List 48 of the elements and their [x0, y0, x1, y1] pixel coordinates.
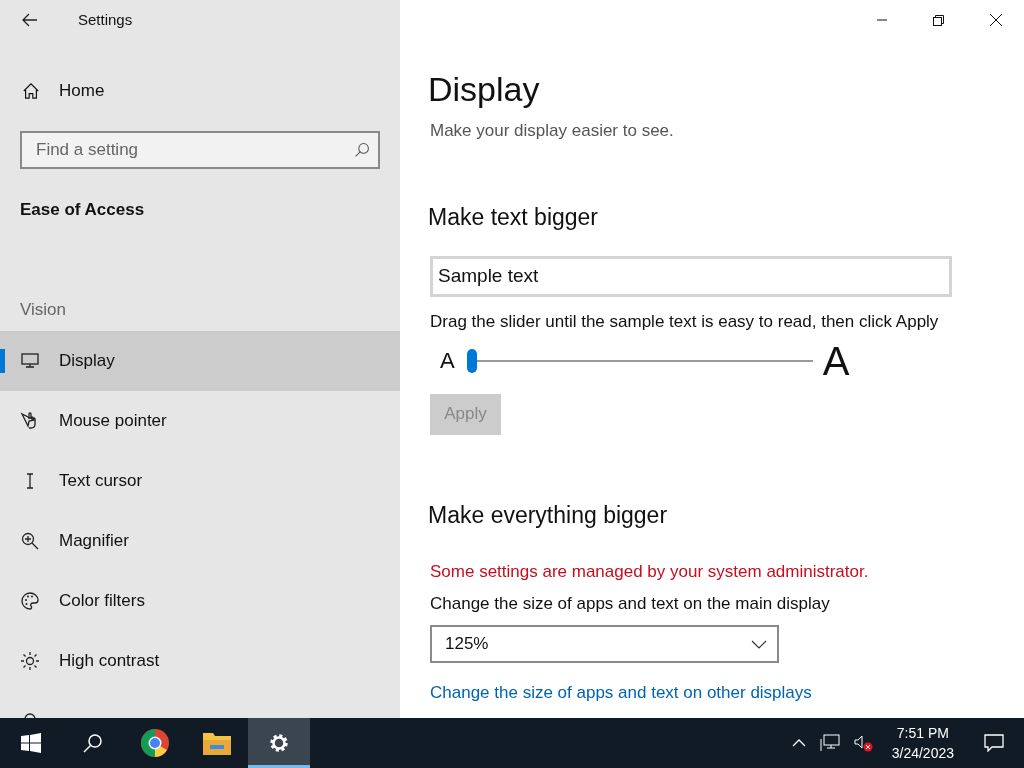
- slider-hint: Drag the slider until the sample text is easy to read, then click Apply: [430, 311, 940, 333]
- other-displays-link[interactable]: Change the size of apps and text on other displays: [430, 680, 1024, 706]
- sidebar-item[interactable]: Color filters: [0, 571, 400, 631]
- chevron-up-icon[interactable]: [791, 739, 806, 747]
- sidebar-item[interactable]: Text cursor: [0, 451, 400, 511]
- search-icon: [83, 733, 103, 753]
- back-arrow-icon[interactable]: [22, 13, 38, 27]
- gear-icon: [267, 731, 291, 755]
- slider-thumb[interactable]: [466, 348, 477, 373]
- section-heading: Make everything bigger: [428, 500, 669, 530]
- speech-bubble-icon: [984, 734, 1004, 752]
- sun-icon: [20, 651, 40, 671]
- home-icon: [22, 82, 40, 100]
- taskbar-button[interactable]: [248, 718, 310, 768]
- active-indicator: [248, 765, 310, 768]
- scale-dropdown[interactable]: 125%: [430, 625, 779, 663]
- browser-icon: [140, 728, 170, 758]
- section-heading: Make text bigger: [428, 202, 600, 232]
- text-size-slider[interactable]: [466, 348, 813, 373]
- search-field[interactable]: Find a setting: [20, 131, 380, 169]
- sidebar-item[interactable]: Mouse pointer: [0, 391, 400, 451]
- category-heading: Ease of Access: [20, 199, 146, 221]
- palette-icon: [20, 591, 40, 611]
- network-icon[interactable]: [819, 734, 840, 752]
- page-title: Display: [428, 69, 541, 110]
- page-subtitle: Make your display easier to see.: [430, 120, 675, 142]
- sample-text-box: Sample text: [430, 256, 952, 297]
- admin-warning: Some settings are managed by your system administrator.: [430, 561, 870, 583]
- sidebar-item[interactable]: Display: [0, 331, 400, 391]
- scale-label: Change the size of apps and text on the main display: [430, 592, 831, 615]
- section-label: Vision: [20, 298, 67, 321]
- large-a-label: A: [822, 340, 850, 381]
- window-title: Settings: [78, 9, 133, 30]
- volume-muted-icon[interactable]: [853, 734, 874, 752]
- sidebar-item[interactable]: High contrast: [0, 631, 400, 691]
- search-icon: [354, 142, 370, 158]
- windows-logo-icon: [21, 733, 41, 753]
- sidebar-item[interactable]: Magnifier: [0, 511, 400, 571]
- magnifier-icon: [20, 531, 40, 551]
- restore-icon: [933, 14, 944, 26]
- folder-icon: [203, 731, 231, 755]
- monitor-icon: [20, 351, 40, 371]
- small-a-label: A: [440, 347, 455, 375]
- selection-indicator: [0, 349, 5, 373]
- clock[interactable]: 7:51 PM 3/24/2023: [887, 723, 958, 763]
- home-link[interactable]: Home: [0, 71, 400, 111]
- chevron-down-icon: [751, 639, 767, 649]
- close-icon: [989, 14, 1002, 26]
